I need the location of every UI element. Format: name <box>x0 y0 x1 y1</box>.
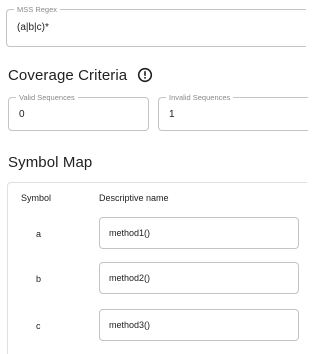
invalid-sequences-field[interactable]: Invalid Sequences 1 <box>158 92 308 131</box>
row-symbol-c: c <box>36 321 41 331</box>
valid-sequences-field[interactable]: Valid Sequences 0 <box>8 92 149 131</box>
descriptive-name-value-c[interactable]: method3() <box>109 320 150 330</box>
descriptive-name-input-a[interactable]: method1() <box>99 217 299 249</box>
descriptive-name-value-a[interactable]: method1() <box>109 228 150 238</box>
descriptive-name-input-c[interactable]: method3() <box>99 309 299 341</box>
valid-sequences-input[interactable]: 0 <box>19 109 25 120</box>
row-symbol-b: b <box>36 274 42 284</box>
column-header-symbol: Symbol <box>21 193 52 203</box>
mss-regex-label: MSS Regex <box>14 4 61 15</box>
valid-sequences-label: Valid Sequences <box>16 92 78 103</box>
symbol-map-card: Symbol Descriptive name a method1() b me… <box>7 182 307 354</box>
descriptive-name-input-b[interactable]: method2() <box>99 262 299 294</box>
coverage-criteria-title: Coverage Criteria <box>8 67 128 84</box>
invalid-sequences-label: Invalid Sequences <box>166 92 234 103</box>
symbol-map-title: Symbol Map <box>8 154 93 171</box>
descriptive-name-value-b[interactable]: method2() <box>109 273 150 283</box>
mss-regex-input[interactable]: (a|b|c)* <box>17 22 49 33</box>
column-header-descriptive-name: Descriptive name <box>99 193 169 203</box>
mss-regex-field[interactable]: MSS Regex (a|b|c)* <box>6 4 306 47</box>
invalid-sequences-input[interactable]: 1 <box>169 109 175 120</box>
info-icon[interactable] <box>137 67 153 83</box>
row-symbol-a: a <box>36 229 42 239</box>
